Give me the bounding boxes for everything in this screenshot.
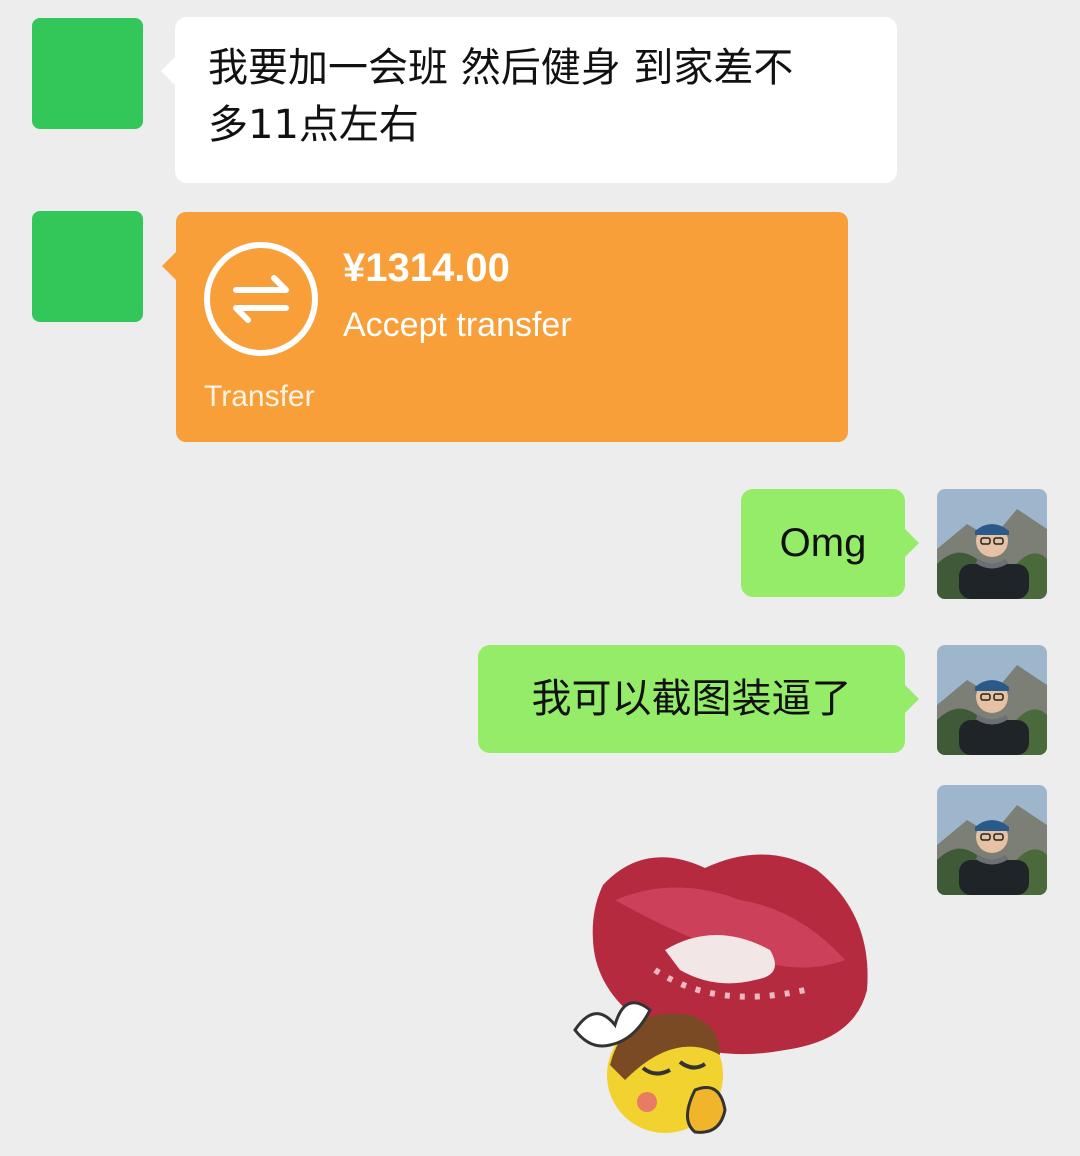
avatar-photo bbox=[937, 489, 1047, 599]
avatar-photo bbox=[937, 645, 1047, 755]
contact-avatar[interactable] bbox=[32, 211, 143, 322]
message-text-line-1: 我要加一会班 然后健身 到家差不 bbox=[208, 45, 794, 91]
outgoing-message-bubble[interactable]: 我可以截图装逼了 bbox=[478, 645, 919, 753]
message-text: Omg bbox=[779, 521, 867, 565]
transfer-label: Transfer bbox=[204, 380, 315, 413]
outgoing-message-bubble[interactable]: Omg bbox=[741, 489, 919, 597]
transfer-status: Accept transfer bbox=[343, 306, 572, 344]
my-avatar[interactable] bbox=[937, 489, 1047, 599]
message-text: 我可以截图装逼了 bbox=[531, 676, 852, 722]
kiss-lips-sticker[interactable] bbox=[555, 840, 885, 1145]
my-avatar[interactable] bbox=[937, 645, 1047, 755]
transfer-arrows-icon bbox=[204, 242, 318, 356]
my-avatar[interactable] bbox=[937, 785, 1047, 895]
message-text-line-2: 多11点左右 bbox=[208, 102, 419, 148]
avatar-photo bbox=[937, 785, 1047, 895]
contact-avatar[interactable] bbox=[32, 18, 143, 129]
transfer-card[interactable]: ¥1314.00 Accept transfer Transfer bbox=[162, 212, 848, 442]
incoming-message-bubble[interactable]: 我要加一会班 然后健身 到家差不 多11点左右 bbox=[161, 17, 897, 183]
transfer-amount: ¥1314.00 bbox=[343, 246, 510, 290]
